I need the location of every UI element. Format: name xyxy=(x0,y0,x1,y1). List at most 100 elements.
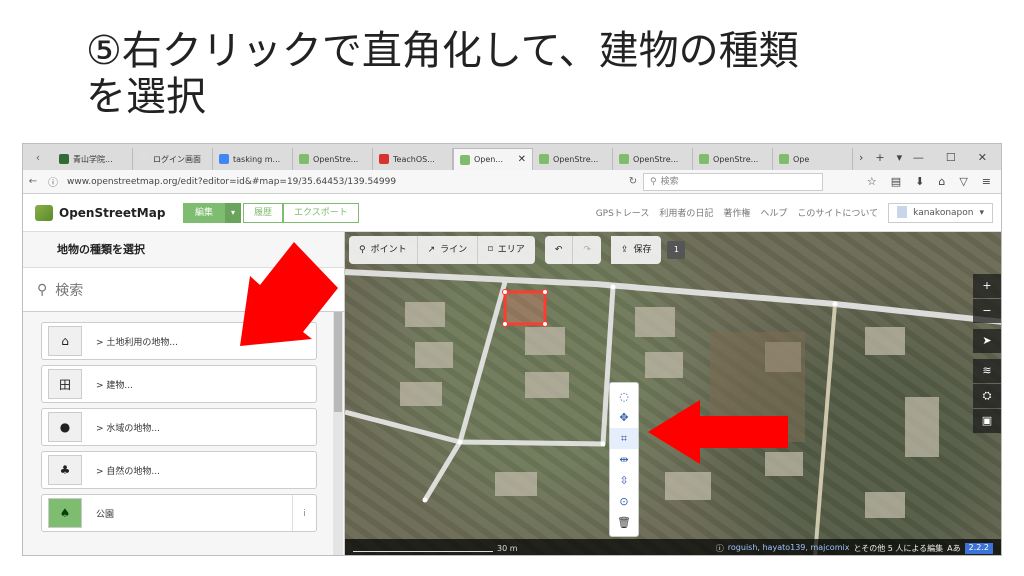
url-field[interactable]: www.openstreetmap.org/edit?editor=id&#ma… xyxy=(63,173,623,191)
browser-toolbar-icons: ☆ ▤ ⬇ ⌂ ▽ ≡ xyxy=(867,175,1001,188)
preset-item[interactable]: ⌂ > 土地利用の地物... xyxy=(41,322,317,360)
tab-list-icon[interactable]: ▾ xyxy=(891,151,909,164)
tab-favicon-icon xyxy=(379,154,389,164)
maximize-icon[interactable]: ☐ xyxy=(946,151,956,164)
export-button[interactable]: エクスポート xyxy=(283,202,359,223)
zoom-in-icon[interactable]: + xyxy=(973,274,1001,298)
browser-tab[interactable]: tasking m... xyxy=(213,148,293,170)
delete-icon[interactable]: 🗑 xyxy=(610,512,638,533)
nav-gps-traces[interactable]: GPSトレース xyxy=(596,206,650,219)
issues-icon[interactable]: ▣ xyxy=(973,409,1001,433)
close-window-icon[interactable]: ✕ xyxy=(978,151,987,164)
download-icon[interactable]: ⬇ xyxy=(915,175,924,188)
preset-search-input[interactable]: ⚲ 検索 xyxy=(23,268,344,312)
orthogonalize-icon[interactable]: ⌗ xyxy=(610,428,638,449)
osm-logo-text: OpenStreetMap xyxy=(59,205,166,220)
edit-dropdown-icon[interactable]: ▾ xyxy=(225,202,242,223)
language-toggle[interactable]: Aあ xyxy=(947,543,960,554)
add-point-button[interactable]: ⚲ ポイント xyxy=(349,236,418,264)
add-line-label: ライン xyxy=(440,245,468,255)
undo-icon: ↶ xyxy=(554,245,563,255)
attribution-users[interactable]: roguish, hayato139, majcomix xyxy=(728,543,850,554)
tab-favicon-icon xyxy=(139,154,149,164)
redo-button[interactable]: ↷ xyxy=(573,236,601,264)
road[interactable] xyxy=(813,303,837,556)
tab-bar: ‹ 青山学院... ログイン画面 tasking m... OpenStre... Te… xyxy=(23,144,1001,170)
geolocate-icon[interactable]: ➤ xyxy=(973,329,1001,353)
preset-info-button[interactable]: i xyxy=(292,495,316,531)
bookmark-star-icon[interactable]: ☆ xyxy=(867,175,877,188)
sidebar-scrollbar[interactable] xyxy=(333,312,343,555)
tab-favicon-icon xyxy=(299,154,309,164)
search-icon: ⚲ xyxy=(37,281,48,298)
sidebar-scroll-thumb[interactable] xyxy=(334,312,342,412)
user-avatar-icon xyxy=(897,205,908,218)
background-layers-icon[interactable]: ≋ xyxy=(973,359,1001,383)
nav-user-diaries[interactable]: 利用者の日記 xyxy=(659,206,713,219)
browser-tab[interactable]: OpenStre... xyxy=(613,148,693,170)
tab-favicon-icon xyxy=(699,154,709,164)
preset-item[interactable]: 田 > 建物... xyxy=(41,365,317,403)
nav-copyright[interactable]: 著作権 xyxy=(723,206,750,219)
selected-building[interactable] xyxy=(503,290,547,326)
minimize-icon[interactable]: — xyxy=(913,151,924,164)
menu-icon[interactable]: ≡ xyxy=(982,175,991,188)
map-data-icon[interactable]: ⛭ xyxy=(973,384,1001,408)
preset-item[interactable]: ● > 水域の地物... xyxy=(41,408,317,446)
browser-tab[interactable]: OpenStre... xyxy=(693,148,773,170)
tab-label: OpenStre... xyxy=(313,154,359,164)
undo-button[interactable]: ↶ xyxy=(544,236,574,264)
address-bar: ← ⓘ www.openstreetmap.org/edit?editor=id… xyxy=(23,170,1001,194)
browser-tab[interactable]: Ope xyxy=(773,148,853,170)
building-icon: 田 xyxy=(48,369,82,399)
tab-scroll-right-icon[interactable]: › xyxy=(853,151,869,164)
move-icon[interactable]: ✥ xyxy=(610,407,638,428)
pocket-icon[interactable]: ▽ xyxy=(959,175,967,188)
browser-search-input[interactable]: ⚲ 検索 xyxy=(643,172,823,191)
history-button[interactable]: 履歴 xyxy=(243,202,284,223)
preset-item[interactable]: ♠ 公園 i xyxy=(41,494,317,532)
osm-logo[interactable]: OpenStreetMap xyxy=(23,204,183,221)
back-icon[interactable]: ← xyxy=(23,176,43,187)
home-icon[interactable]: ⌂ xyxy=(938,175,945,188)
road[interactable] xyxy=(345,409,606,447)
tab-scroll-left-icon[interactable]: ‹ xyxy=(23,151,53,164)
browser-tab[interactable]: 青山学院... xyxy=(53,148,133,170)
add-line-button[interactable]: ↗ ライン xyxy=(417,236,479,264)
map-canvas[interactable]: ⚲ ポイント ↗ ライン ⌑ エリア ↶ ↷ ⇪ 保存 1 + − ➤ ≋ ⛭ … xyxy=(345,232,1001,556)
rotate-icon[interactable]: ⊙ xyxy=(610,491,638,512)
preset-label: > 自然の地物... xyxy=(96,466,160,477)
browser-tab[interactable]: ログイン画面 xyxy=(133,148,213,170)
scale-bar xyxy=(353,544,493,552)
preset-label: > 建物... xyxy=(96,380,133,391)
reload-icon[interactable]: ↻ xyxy=(623,176,643,187)
tab-favicon-icon xyxy=(219,154,229,164)
add-area-button[interactable]: ⌑ エリア xyxy=(478,236,535,264)
tab-close-icon[interactable]: ✕ xyxy=(518,154,526,165)
nav-help[interactable]: ヘルプ xyxy=(760,206,787,219)
browser-tab[interactable]: TeachOS... xyxy=(373,148,453,170)
nav-about[interactable]: このサイトについて xyxy=(797,206,878,219)
point-icon: ⚲ xyxy=(359,245,366,255)
tab-label: ログイン画面 xyxy=(153,154,201,164)
edit-button[interactable]: 編集 xyxy=(183,202,226,223)
window-controls: — ☐ ✕ xyxy=(913,151,1001,164)
info-icon[interactable]: ⓘ xyxy=(43,174,63,189)
new-tab-button[interactable]: + xyxy=(869,151,890,164)
preset-item[interactable]: ♣ > 自然の地物... xyxy=(41,451,317,489)
reflect-short-icon[interactable]: ⇹ xyxy=(610,449,638,470)
zoom-out-icon[interactable]: − xyxy=(973,299,1001,323)
reflect-long-icon[interactable]: ⇳ xyxy=(610,470,638,491)
browser-tab[interactable]: OpenStre... xyxy=(293,148,373,170)
add-point-label: ポイント xyxy=(370,245,407,255)
circularize-icon[interactable]: ◌ xyxy=(610,386,638,407)
preset-list: ⌂ > 土地利用の地物... 田 > 建物... ● > 水域の地物... ♣ > 自然の地物… xyxy=(41,322,317,537)
browser-tab[interactable]: Open... ✕ xyxy=(453,148,533,170)
browser-tab[interactable]: OpenStre... xyxy=(533,148,613,170)
map-toolbar: ⚲ ポイント ↗ ライン ⌑ エリア ↶ ↷ ⇪ 保存 1 xyxy=(345,232,1001,268)
info-icon[interactable]: ⓘ xyxy=(716,543,724,554)
scale-label: 30 m xyxy=(497,543,518,553)
reading-list-icon[interactable]: ▤ xyxy=(891,175,901,188)
user-menu[interactable]: kanakonapon ▾ xyxy=(888,202,993,223)
save-button[interactable]: ⇪ 保存 xyxy=(610,236,662,264)
